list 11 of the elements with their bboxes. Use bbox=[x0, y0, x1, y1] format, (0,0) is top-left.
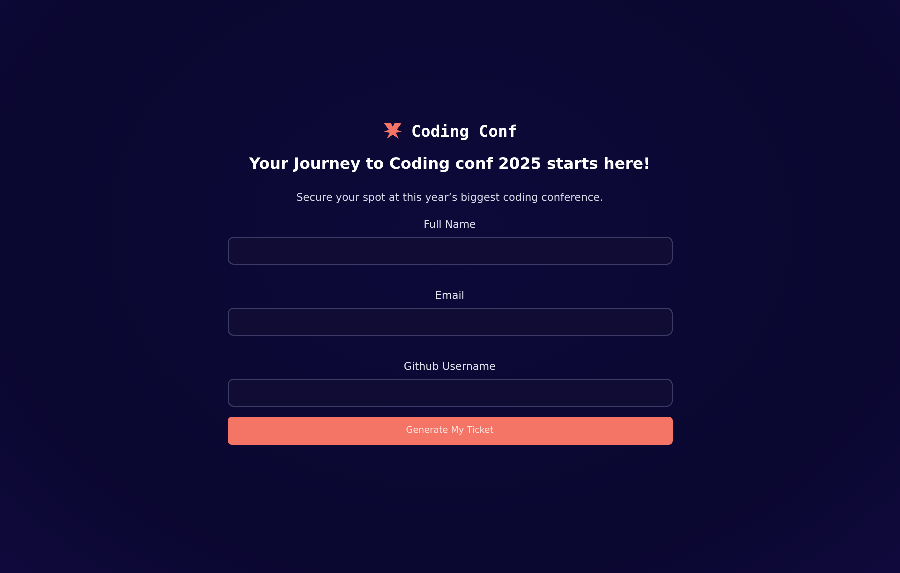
generate-ticket-button[interactable]: Generate My Ticket bbox=[228, 417, 672, 445]
input-field[interactable] bbox=[228, 308, 672, 336]
subtitle: Secure your spot at this year’s biggest coding conference. bbox=[296, 192, 604, 204]
logo-icon bbox=[382, 121, 403, 141]
field-label: Github Username bbox=[404, 361, 496, 373]
page-title: Your Journey to Coding conf 2025 starts here! bbox=[249, 155, 651, 173]
input-field[interactable] bbox=[228, 237, 672, 265]
logo-text: Coding Conf bbox=[412, 122, 518, 140]
field-label: Email bbox=[435, 290, 465, 302]
field-label: Full Name bbox=[424, 219, 476, 231]
input-field[interactable] bbox=[228, 379, 672, 407]
